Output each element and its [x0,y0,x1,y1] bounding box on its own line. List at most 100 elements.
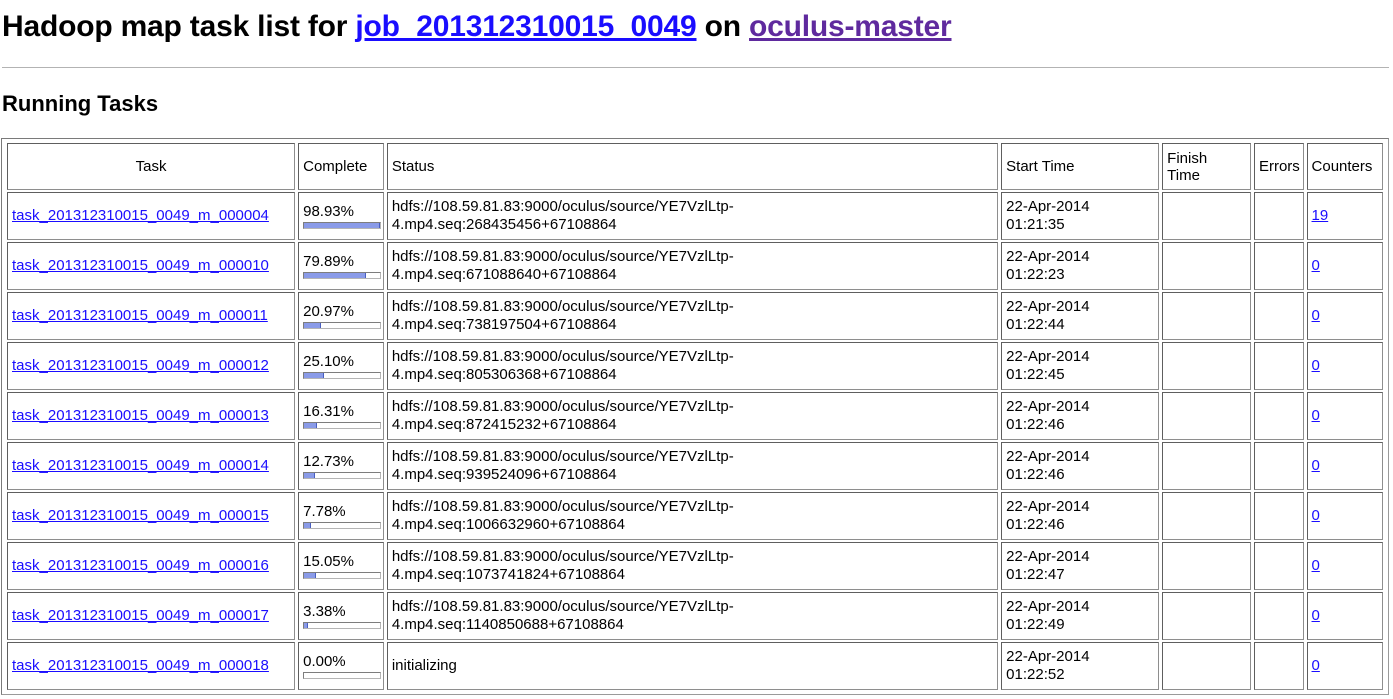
table-row: task_201312310015_0049_m_000010 79.89% hdf… [7,242,1383,290]
status-cell: hdfs://108.59.81.83:9000/oculus/source/Y… [386,242,999,290]
complete-cell: 15.05% [298,542,384,590]
task-cell: task_201312310015_0049_m_000018 [7,642,296,690]
start-date: 22-Apr-2014 [1006,198,1090,215]
counters-cell: 0 [1306,542,1383,590]
status-line-2: 4.mp4.seq:939524096+67108864 [391,466,617,483]
counters-cell: 0 [1306,242,1383,290]
start-time-cell: 22-Apr-2014 01:22:23 [1001,242,1160,290]
errors-cell [1253,592,1304,640]
complete-percent: 16.31% [303,403,354,420]
status-cell: hdfs://108.59.81.83:9000/oculus/source/Y… [386,292,999,340]
status-line-1: initializing [391,657,457,674]
progress-bar-fill [304,473,316,478]
task-link[interactable]: task_201312310015_0049_m_000004 [12,207,269,224]
complete-cell: 20.97% [298,292,384,340]
complete-cell: 98.93% [298,192,384,240]
start-clock: 01:22:47 [1006,566,1065,583]
progress-bar [303,522,382,529]
status-line-2: 4.mp4.seq:268435456+67108864 [391,216,617,233]
status-line-2: 4.mp4.seq:872415232+67108864 [391,416,617,433]
finish-time-cell [1162,192,1251,240]
table-row: task_201312310015_0049_m_000016 15.05% hdf… [7,542,1383,590]
column-header-finish-time: Finish Time [1162,143,1251,190]
complete-percent: 15.05% [303,553,354,570]
counters-link[interactable]: 0 [1312,457,1320,474]
start-date: 22-Apr-2014 [1006,498,1090,515]
progress-bar-fill [304,323,322,328]
status-line-1: hdfs://108.59.81.83:9000/oculus/source/Y… [391,398,734,415]
complete-cell: 7.78% [298,492,384,540]
finish-time-cell [1162,292,1251,340]
counters-link[interactable]: 0 [1312,657,1320,674]
counters-link[interactable]: 0 [1312,607,1320,624]
task-link[interactable]: task_201312310015_0049_m_000017 [12,607,269,624]
progress-bar [303,322,382,329]
status-cell: hdfs://108.59.81.83:9000/oculus/source/Y… [386,492,999,540]
task-link[interactable]: task_201312310015_0049_m_000010 [12,257,269,274]
counters-link[interactable]: 0 [1312,307,1320,324]
start-time-cell: 22-Apr-2014 01:22:46 [1001,492,1160,540]
status-line-2: 4.mp4.seq:738197504+67108864 [391,316,617,333]
column-header-task: Task [7,143,296,190]
start-time-cell: 22-Apr-2014 01:22:49 [1001,592,1160,640]
counters-link[interactable]: 0 [1312,357,1320,374]
section-title: Running Tasks [2,91,159,116]
task-link[interactable]: task_201312310015_0049_m_000018 [12,657,269,674]
table-row: task_201312310015_0049_m_000011 20.97% hdf… [7,292,1383,340]
task-cell: task_201312310015_0049_m_000015 [7,492,296,540]
counters-link[interactable]: 19 [1312,207,1329,224]
column-header-counters: Counters [1306,143,1383,190]
progress-bar-fill [304,223,381,228]
column-header-start-time: Start Time [1001,143,1160,190]
master-link[interactable]: oculus-master [749,10,952,43]
counters-link[interactable]: 0 [1312,557,1320,574]
task-link[interactable]: task_201312310015_0049_m_000012 [12,357,269,374]
task-link[interactable]: task_201312310015_0049_m_000016 [12,557,269,574]
task-link[interactable]: task_201312310015_0049_m_000015 [12,507,269,524]
running-tasks-table: Task Complete Status Start Time Finish Ti… [4,141,1386,692]
task-cell: task_201312310015_0049_m_000014 [7,442,296,490]
counters-link[interactable]: 0 [1312,507,1320,524]
table-row: task_201312310015_0049_m_000015 7.78% hdfs… [7,492,1383,540]
complete-percent: 12.73% [303,453,354,470]
status-line-2: 4.mp4.seq:1006632960+67108864 [391,516,625,533]
table-row: task_201312310015_0049_m_000014 12.73% hdf… [7,442,1383,490]
title-middle: on [696,10,750,43]
progress-bar [303,272,382,279]
task-cell: task_201312310015_0049_m_000011 [7,292,296,340]
progress-bar [303,472,382,479]
status-cell: hdfs://108.59.81.83:9000/oculus/source/Y… [386,592,999,640]
counters-cell: 0 [1306,342,1383,390]
title-prefix: Hadoop map task list for [2,10,356,43]
progress-bar-fill [304,373,325,378]
job-link[interactable]: job_201312310015_0049 [355,10,696,43]
counters-cell: 0 [1306,392,1383,440]
start-date: 22-Apr-2014 [1006,448,1090,465]
start-time-cell: 22-Apr-2014 01:22:46 [1001,392,1160,440]
start-time-cell: 22-Apr-2014 01:21:35 [1001,192,1160,240]
column-header-complete: Complete [298,143,384,190]
start-time-cell: 22-Apr-2014 01:22:52 [1001,642,1160,690]
task-link[interactable]: task_201312310015_0049_m_000014 [12,457,269,474]
counters-link[interactable]: 0 [1312,257,1320,274]
start-clock: 01:22:44 [1006,316,1065,333]
table-row: task_201312310015_0049_m_000012 25.10% hdf… [7,342,1383,390]
start-time-cell: 22-Apr-2014 01:22:47 [1001,542,1160,590]
task-link[interactable]: task_201312310015_0049_m_000013 [12,407,269,424]
status-cell: hdfs://108.59.81.83:9000/oculus/source/Y… [386,542,999,590]
finish-time-cell [1162,592,1251,640]
complete-percent: 3.38% [303,603,346,620]
complete-percent: 7.78% [303,503,346,520]
start-date: 22-Apr-2014 [1006,248,1090,265]
progress-bar [303,372,382,379]
counters-cell: 0 [1306,292,1383,340]
counters-cell: 19 [1306,192,1383,240]
counters-cell: 0 [1306,642,1383,690]
counters-link[interactable]: 0 [1312,407,1320,424]
table-row: task_201312310015_0049_m_000017 3.38% hdfs… [7,592,1383,640]
task-link[interactable]: task_201312310015_0049_m_000011 [12,307,268,324]
complete-cell: 25.10% [298,342,384,390]
column-header-errors: Errors [1253,143,1304,190]
start-date: 22-Apr-2014 [1006,298,1090,315]
complete-percent: 25.10% [303,353,354,370]
